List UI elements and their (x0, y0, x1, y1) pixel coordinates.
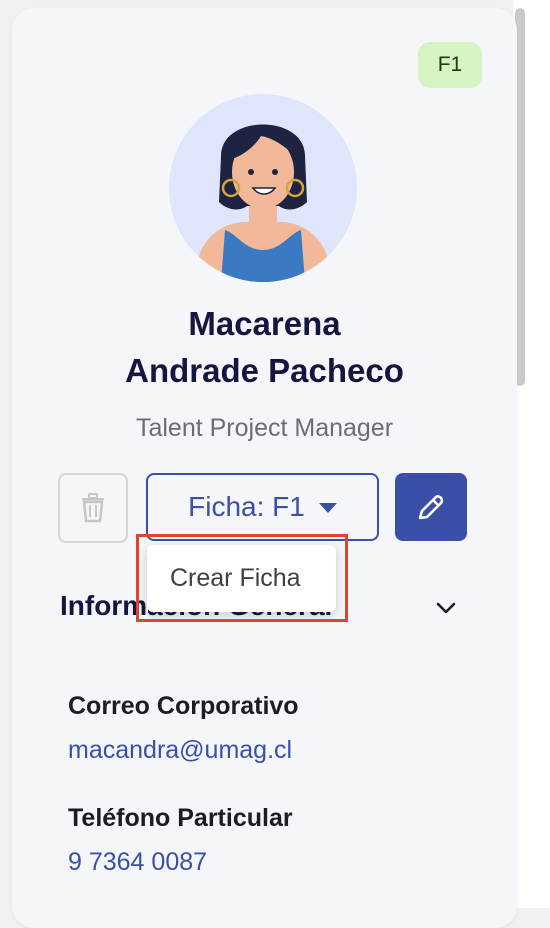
employee-role: Talent Project Manager (135, 414, 394, 442)
employee-last-name: Andrade Pacheco (125, 352, 404, 389)
caret-down-icon (318, 503, 337, 513)
employee-name: Macarena Andrade Pacheco (12, 300, 517, 394)
field-value-correo[interactable]: macandra@umag.cl (68, 736, 292, 765)
ficha-dropdown-button[interactable]: Ficha: F1 (146, 473, 379, 541)
delete-button[interactable] (58, 473, 128, 543)
avatar (169, 94, 357, 282)
employee-first-name: Macarena (188, 305, 341, 342)
field-value-telefono[interactable]: 9 7364 0087 (68, 848, 207, 877)
trash-icon (82, 493, 104, 523)
highlight-box (136, 534, 348, 622)
ficha-dropdown-label: Ficha: F1 (188, 491, 305, 522)
edit-button[interactable] (395, 473, 467, 541)
field-label-telefono: Teléfono Particular (68, 804, 293, 832)
ficha-badge: F1 (418, 42, 482, 88)
field-label-correo: Correo Corporativo (68, 692, 299, 720)
chevron-down-icon[interactable] (434, 600, 458, 616)
pencil-icon (418, 495, 444, 520)
